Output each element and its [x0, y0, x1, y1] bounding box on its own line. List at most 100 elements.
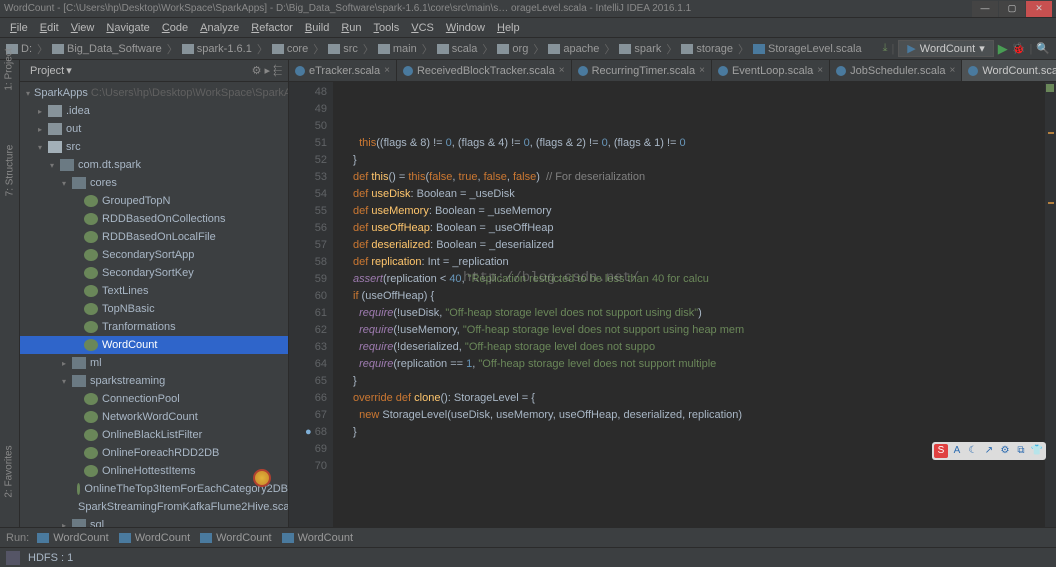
menu-help[interactable]: Help: [491, 20, 526, 36]
code-line[interactable]: def deserialized: Boolean = _deserialize…: [353, 237, 1044, 254]
line-number[interactable]: 61: [293, 305, 327, 322]
line-number[interactable]: 53: [293, 169, 327, 186]
menu-vcs[interactable]: VCS: [405, 20, 440, 36]
code-line[interactable]: }: [353, 373, 1044, 390]
tree-item[interactable]: Tranformations: [20, 318, 288, 336]
expand-icon[interactable]: ▸: [38, 125, 48, 134]
editor-tab[interactable]: eTracker.scala×: [289, 60, 397, 81]
tree-item[interactable]: ▾sparkstreaming: [20, 372, 288, 390]
inspection-indicator[interactable]: [1046, 84, 1054, 92]
tree-item[interactable]: ▸sql: [20, 516, 288, 527]
breadcrumb-item[interactable]: main〉: [378, 41, 433, 57]
debug-button[interactable]: 🐞: [1012, 42, 1026, 55]
tree-item[interactable]: RDDBasedOnCollections: [20, 210, 288, 228]
maximize-button[interactable]: ▢: [999, 1, 1025, 17]
editor-tab[interactable]: ReceivedBlockTracker.scala×: [397, 60, 572, 81]
tree-item[interactable]: WordCount: [20, 336, 288, 354]
line-number[interactable]: 67: [293, 407, 327, 424]
menu-run[interactable]: Run: [335, 20, 367, 36]
menu-navigate[interactable]: Navigate: [100, 20, 155, 36]
tree-item[interactable]: OnlineHottestItems: [20, 462, 288, 480]
tool-window-button[interactable]: WordCount: [37, 532, 108, 544]
tool-s-icon[interactable]: S: [934, 444, 948, 458]
expand-icon[interactable]: ▾: [50, 161, 60, 170]
breadcrumb-item[interactable]: scala〉: [437, 41, 494, 57]
breadcrumb-item[interactable]: storage〉: [681, 41, 749, 57]
sidebar-tab-project[interactable]: 1: Project: [4, 48, 15, 90]
sidebar-tab-structure[interactable]: 7: Structure: [4, 145, 15, 197]
tree-item[interactable]: ▸out: [20, 120, 288, 138]
expand-icon[interactable]: ▸: [62, 359, 72, 368]
gear-icon[interactable]: ⚙ ▸ ⬱: [252, 64, 282, 78]
breadcrumb-item[interactable]: spark-1.6.1〉: [182, 41, 268, 57]
code-line[interactable]: }: [353, 424, 1044, 441]
tree-item[interactable]: ▸ml: [20, 354, 288, 372]
code-line[interactable]: require(replication == 1, "Off-heap stor…: [353, 356, 1044, 373]
code-line[interactable]: require(!useMemory, "Off-heap storage le…: [353, 322, 1044, 339]
error-stripe[interactable]: [1044, 82, 1056, 527]
tree-item[interactable]: ▾SparkApps C:\Users\hp\Desktop\WorkSpace…: [20, 84, 288, 102]
line-number[interactable]: 63: [293, 339, 327, 356]
code-line[interactable]: def useOffHeap: Boolean = _useOffHeap: [353, 220, 1044, 237]
tree-item[interactable]: ▾cores: [20, 174, 288, 192]
line-number[interactable]: 64: [293, 356, 327, 373]
tool-shirt-icon[interactable]: 👕: [1030, 444, 1044, 458]
breadcrumb-item[interactable]: Big_Data_Software〉: [52, 41, 178, 57]
tree-item[interactable]: ▾com.dt.spark: [20, 156, 288, 174]
chevron-down-icon[interactable]: ▾: [66, 64, 72, 77]
tree-item[interactable]: OnlineForeachRDD2DB: [20, 444, 288, 462]
expand-icon[interactable]: ▾: [26, 89, 30, 98]
line-number[interactable]: 52: [293, 152, 327, 169]
line-number[interactable]: 55: [293, 203, 327, 220]
tree-item[interactable]: SecondarySortKey: [20, 264, 288, 282]
close-tab-icon[interactable]: ×: [950, 65, 956, 76]
expand-icon[interactable]: ▾: [62, 377, 72, 386]
editor-tab[interactable]: JobScheduler.scala×: [830, 60, 962, 81]
editor-tab[interactable]: WordCount.scala×: [962, 60, 1056, 81]
menu-window[interactable]: Window: [440, 20, 491, 36]
breadcrumb-item[interactable]: apache〉: [548, 41, 615, 57]
run-configuration[interactable]: ▶ WordCount ▾: [898, 40, 993, 57]
warning-marker[interactable]: [1048, 132, 1054, 134]
line-number[interactable]: 48: [293, 84, 327, 101]
line-number[interactable]: 58: [293, 254, 327, 271]
menu-edit[interactable]: Edit: [34, 20, 65, 36]
panel-title[interactable]: Project: [30, 65, 64, 77]
status-icon[interactable]: [6, 551, 20, 565]
menu-view[interactable]: View: [65, 20, 101, 36]
warning-marker[interactable]: [1048, 202, 1054, 204]
line-number[interactable]: 62: [293, 322, 327, 339]
project-tree[interactable]: ▾SparkApps C:\Users\hp\Desktop\WorkSpace…: [20, 82, 288, 527]
breadcrumb-item[interactable]: StorageLevel.scala: [753, 43, 862, 55]
tree-item[interactable]: OnlineBlackListFilter: [20, 426, 288, 444]
expand-icon[interactable]: ▾: [62, 179, 72, 188]
line-number[interactable]: 66: [293, 390, 327, 407]
expand-icon[interactable]: ▾: [38, 143, 48, 152]
code-line[interactable]: def useMemory: Boolean = _useMemory: [353, 203, 1044, 220]
tree-item[interactable]: OnlineTheTop3ItemForEachCategory2DB: [20, 480, 288, 498]
breadcrumb-item[interactable]: spark〉: [619, 41, 677, 57]
line-number[interactable]: 56: [293, 220, 327, 237]
gutter[interactable]: 4849505152535455565758596061626364656667…: [289, 82, 333, 527]
breadcrumb-item[interactable]: org〉: [497, 41, 544, 57]
code-line[interactable]: require(!useDisk, "Off-heap storage leve…: [353, 305, 1044, 322]
editor-tab[interactable]: RecurringTimer.scala×: [572, 60, 712, 81]
tree-item[interactable]: SecondarySortApp: [20, 246, 288, 264]
minimize-button[interactable]: —: [972, 1, 998, 17]
close-button[interactable]: ✕: [1026, 1, 1052, 17]
tree-item[interactable]: ▾src: [20, 138, 288, 156]
tool-window-button[interactable]: WordCount: [282, 532, 353, 544]
code-line[interactable]: require(!deserialized, "Off-heap storage…: [353, 339, 1044, 356]
tool-arrow-icon[interactable]: ↗: [982, 444, 996, 458]
menu-tools[interactable]: Tools: [368, 20, 406, 36]
tool-window-button[interactable]: WordCount: [200, 532, 271, 544]
menu-refactor[interactable]: Refactor: [245, 20, 299, 36]
close-tab-icon[interactable]: ×: [817, 65, 823, 76]
line-number[interactable]: 69: [293, 441, 327, 458]
editor-tab[interactable]: EventLoop.scala×: [712, 60, 830, 81]
menu-analyze[interactable]: Analyze: [194, 20, 245, 36]
code-line[interactable]: override def clone(): StorageLevel = {: [353, 390, 1044, 407]
tree-item[interactable]: ▸.idea: [20, 102, 288, 120]
close-tab-icon[interactable]: ×: [384, 65, 390, 76]
menu-build[interactable]: Build: [299, 20, 335, 36]
